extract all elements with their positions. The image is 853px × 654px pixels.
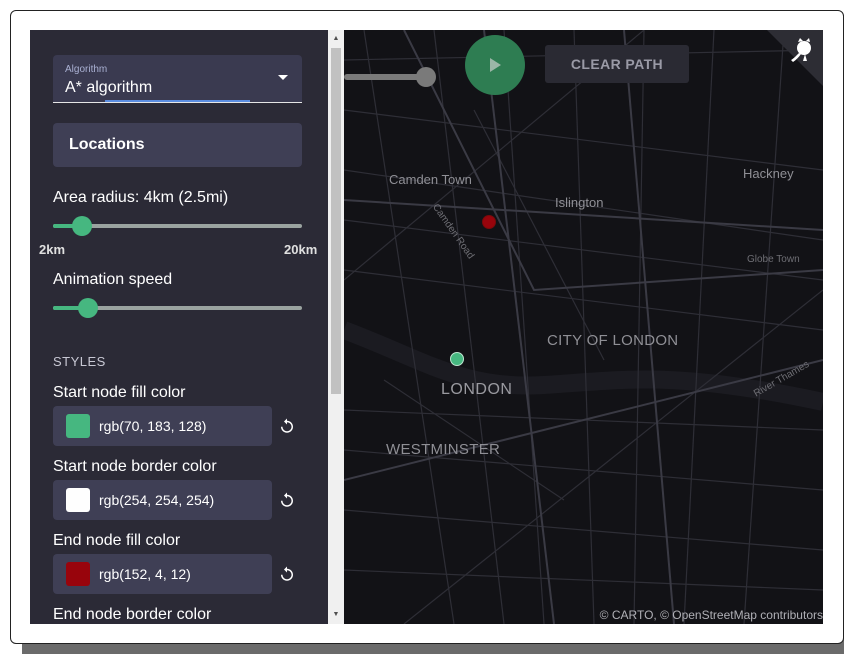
area-radius-max: 20km <box>284 242 318 257</box>
place-label: CITY OF LONDON <box>547 332 679 349</box>
locations-label: Locations <box>69 136 145 153</box>
animation-speed-label: Animation speed <box>53 271 173 288</box>
start-node-marker[interactable] <box>450 352 464 366</box>
map-attribution: © CARTO, © OpenStreetMap contributors <box>599 608 823 622</box>
animation-speed-slider[interactable] <box>53 298 302 318</box>
app: Algorithm A* algorithm Locations Area ra… <box>30 30 823 624</box>
slider-thumb[interactable] <box>78 298 98 318</box>
end-node-marker[interactable] <box>482 215 496 229</box>
area-radius-slider[interactable] <box>53 216 302 236</box>
end-border-label: End node border color <box>53 606 212 623</box>
color-value: rgb(70, 183, 128) <box>99 418 207 434</box>
color-value: rgb(254, 254, 254) <box>99 492 215 508</box>
scroll-down-arrow-icon[interactable]: ▼ <box>328 608 344 622</box>
color-swatch[interactable] <box>66 414 90 438</box>
map-roads <box>344 30 823 624</box>
color-swatch[interactable] <box>66 562 90 586</box>
color-swatch[interactable] <box>66 488 90 512</box>
sidebar-scrollbar[interactable]: ▲ ▼ <box>328 30 344 624</box>
area-radius-label: Area radius: 4km (2.5mi) <box>53 189 229 206</box>
start-fill-label: Start node fill color <box>53 384 186 401</box>
algorithm-select[interactable]: Algorithm A* algorithm <box>53 55 302 103</box>
start-border-color-field[interactable]: rgb(254, 254, 254) <box>53 480 272 520</box>
place-label: LONDON <box>441 381 513 398</box>
locations-button[interactable]: Locations <box>53 123 302 167</box>
end-fill-label: End node fill color <box>53 532 181 549</box>
place-label: Globe Town <box>747 254 800 265</box>
algorithm-focus-underline <box>105 100 250 102</box>
start-fill-color-field[interactable]: rgb(70, 183, 128) <box>53 406 272 446</box>
color-value: rgb(152, 4, 12) <box>99 566 191 582</box>
scroll-up-arrow-icon[interactable]: ▲ <box>328 32 344 46</box>
reset-icon[interactable] <box>278 417 296 435</box>
algorithm-value: A* algorithm <box>65 79 153 96</box>
chevron-down-icon <box>278 75 288 80</box>
play-button[interactable] <box>465 35 525 95</box>
algorithm-label: Algorithm <box>65 64 108 75</box>
place-label: Islington <box>555 195 604 210</box>
area-radius-min: 2km <box>39 242 66 257</box>
clear-path-button[interactable]: CLEAR PATH <box>545 45 689 83</box>
map-slider-thumb[interactable] <box>416 67 436 87</box>
reset-icon[interactable] <box>278 565 296 583</box>
play-icon <box>490 58 501 72</box>
scrollbar-thumb[interactable] <box>331 48 341 394</box>
sidebar: Algorithm A* algorithm Locations Area ra… <box>30 30 328 624</box>
map-canvas[interactable]: Camden Town Islington Hackney Globe Town… <box>344 30 823 624</box>
styles-heading: STYLES <box>53 354 106 369</box>
github-corner[interactable] <box>767 30 823 86</box>
reset-icon[interactable] <box>278 491 296 509</box>
end-fill-color-field[interactable]: rgb(152, 4, 12) <box>53 554 272 594</box>
place-label: Camden Town <box>389 172 472 187</box>
start-border-label: Start node border color <box>53 458 217 475</box>
place-label: Hackney <box>743 166 794 181</box>
slider-thumb[interactable] <box>72 216 92 236</box>
place-label: WESTMINSTER <box>386 441 501 458</box>
